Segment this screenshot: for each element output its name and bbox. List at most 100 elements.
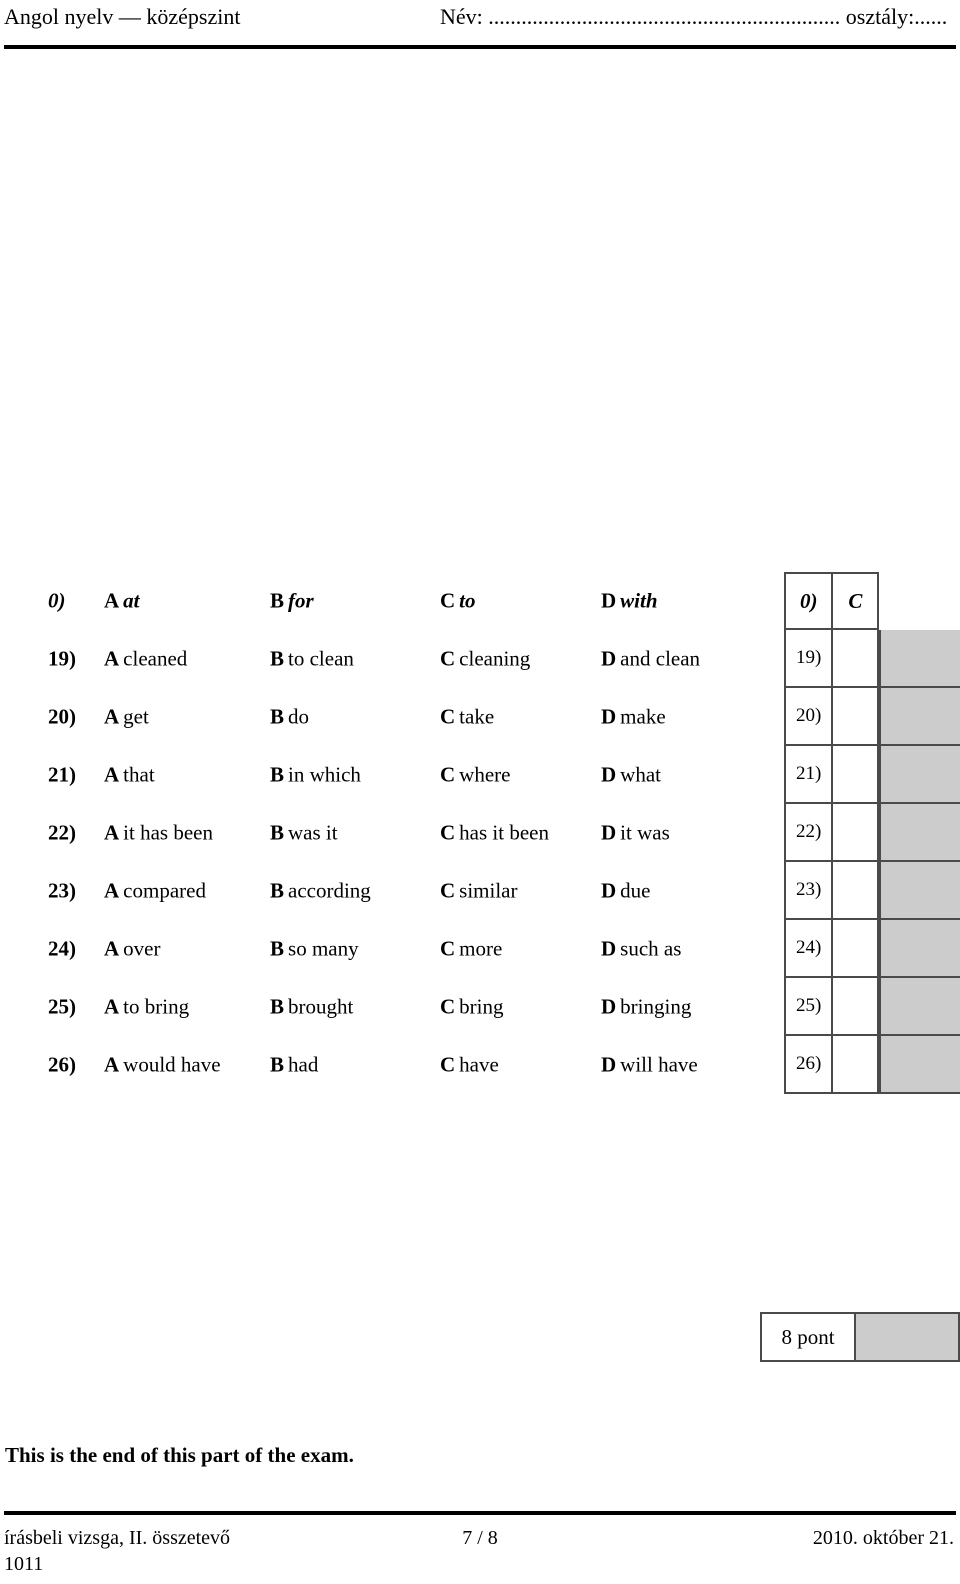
option-text: would have xyxy=(123,1052,221,1077)
option-letter: D xyxy=(601,646,617,671)
answer-input-cell[interactable] xyxy=(831,862,880,920)
option-letter: D xyxy=(601,588,617,613)
option-text: in which xyxy=(288,762,361,787)
answer-input-cell[interactable] xyxy=(831,978,880,1036)
option-letter: A xyxy=(104,1052,120,1077)
answer-row: 25) xyxy=(784,978,960,1036)
page-footer: írásbeli vizsga, II. összetevő 1011 7 / … xyxy=(0,1525,960,1581)
option-letter: A xyxy=(104,820,120,845)
option-letter: B xyxy=(270,994,285,1019)
option-text: get xyxy=(123,704,149,729)
option-d[interactable]: Dbringing xyxy=(601,995,691,1020)
option-text: bring xyxy=(459,994,504,1019)
option-text: at xyxy=(123,588,140,613)
option-a[interactable]: Aget xyxy=(104,705,149,730)
answer-value-example: C xyxy=(831,572,880,630)
answer-input-cell[interactable] xyxy=(831,630,880,688)
option-c[interactable]: Cbring xyxy=(440,995,504,1020)
option-a[interactable]: Ato bring xyxy=(104,995,189,1020)
question-number: 20) xyxy=(48,704,76,729)
answer-input-cell[interactable] xyxy=(831,920,880,978)
option-text: do xyxy=(288,704,310,729)
option-b[interactable]: Bdo xyxy=(270,705,309,730)
option-text: had xyxy=(288,1052,319,1077)
option-b[interactable]: Bhad xyxy=(270,1053,318,1078)
option-c[interactable]: Ctake xyxy=(440,705,494,730)
option-d[interactable]: Dand clean xyxy=(601,647,700,672)
header-divider-rule xyxy=(4,45,956,49)
footer-exam-date: 2010. október 21. xyxy=(812,1527,954,1549)
option-text: more xyxy=(459,936,503,961)
option-c[interactable]: Cwhere xyxy=(440,763,510,788)
option-c[interactable]: Csimilar xyxy=(440,879,518,904)
option-text: it has been xyxy=(123,820,213,845)
option-text: so many xyxy=(288,936,359,961)
option-text: that xyxy=(123,762,155,787)
option-d[interactable]: Dsuch as xyxy=(601,937,681,962)
option-c[interactable]: Cto xyxy=(440,589,476,614)
answer-input-cell[interactable] xyxy=(831,804,880,862)
option-a[interactable]: Athat xyxy=(104,763,155,788)
option-b[interactable]: Bbrought xyxy=(270,995,353,1020)
answer-examiner-shaded-cell xyxy=(879,688,960,746)
option-text: due xyxy=(620,878,651,903)
answer-input-cell[interactable] xyxy=(831,688,880,746)
option-text: over xyxy=(123,936,161,961)
option-text: compared xyxy=(123,878,206,903)
end-of-part-notice: This is the end of this part of the exam… xyxy=(5,1443,354,1467)
option-b[interactable]: Baccording xyxy=(270,879,371,904)
answer-examiner-shaded-cell xyxy=(879,862,960,920)
answer-examiner-shaded-cell xyxy=(879,630,960,688)
option-a[interactable]: Aover xyxy=(104,937,161,962)
option-b[interactable]: Bin which xyxy=(270,763,361,788)
option-letter: C xyxy=(440,646,456,671)
option-letter: C xyxy=(440,1052,456,1077)
option-b[interactable]: Bwas it xyxy=(270,821,338,846)
option-c[interactable]: Chas it been xyxy=(440,821,549,846)
option-c[interactable]: Ccleaning xyxy=(440,647,530,672)
option-letter: A xyxy=(104,762,120,787)
answer-input-cell[interactable] xyxy=(831,1036,880,1094)
option-text: according xyxy=(288,878,371,903)
option-letter: D xyxy=(601,762,617,787)
option-text: to clean xyxy=(288,646,354,671)
answer-row: 21) xyxy=(784,746,960,804)
option-letter: C xyxy=(440,936,456,961)
option-text: to bring xyxy=(123,994,190,1019)
option-c[interactable]: Chave xyxy=(440,1053,499,1078)
option-letter: B xyxy=(270,820,285,845)
exam-subject-title: Angol nyelv — középszint xyxy=(4,4,241,29)
option-c[interactable]: Cmore xyxy=(440,937,502,962)
option-a[interactable]: Ait has been xyxy=(104,821,213,846)
option-letter: B xyxy=(270,704,285,729)
answer-row-number: 23) xyxy=(784,862,832,920)
option-letter: A xyxy=(104,704,120,729)
option-letter: B xyxy=(270,878,285,903)
option-d[interactable]: Dmake xyxy=(601,705,666,730)
option-text: for xyxy=(288,588,314,613)
option-letter: B xyxy=(270,646,285,671)
option-d[interactable]: Dwith xyxy=(601,589,658,614)
option-d[interactable]: Ddue xyxy=(601,879,651,904)
option-a[interactable]: Acleaned xyxy=(104,647,187,672)
answer-row-number: 26) xyxy=(784,1036,832,1094)
option-text: where xyxy=(459,762,511,787)
option-a[interactable]: Acompared xyxy=(104,879,206,904)
option-text: brought xyxy=(288,994,354,1019)
option-b[interactable]: Bfor xyxy=(270,589,314,614)
option-letter: C xyxy=(440,588,456,613)
question-number: 19) xyxy=(48,646,76,671)
option-letter: A xyxy=(104,588,120,613)
option-d[interactable]: Dit was xyxy=(601,821,670,846)
option-d[interactable]: Dwhat xyxy=(601,763,661,788)
points-box: 8 pont xyxy=(760,1312,960,1362)
option-d[interactable]: Dwill have xyxy=(601,1053,698,1078)
option-text: will have xyxy=(620,1052,698,1077)
option-a[interactable]: Awould have xyxy=(104,1053,221,1078)
option-b[interactable]: Bto clean xyxy=(270,647,354,672)
answer-input-cell[interactable] xyxy=(831,746,880,804)
option-a[interactable]: Aat xyxy=(104,589,140,614)
answer-grid: 0) C 19) 20) 21) 22) 23) 24) 25) 26) xyxy=(784,572,960,1094)
answer-row-number: 0) xyxy=(784,572,832,630)
option-b[interactable]: Bso many xyxy=(270,937,359,962)
